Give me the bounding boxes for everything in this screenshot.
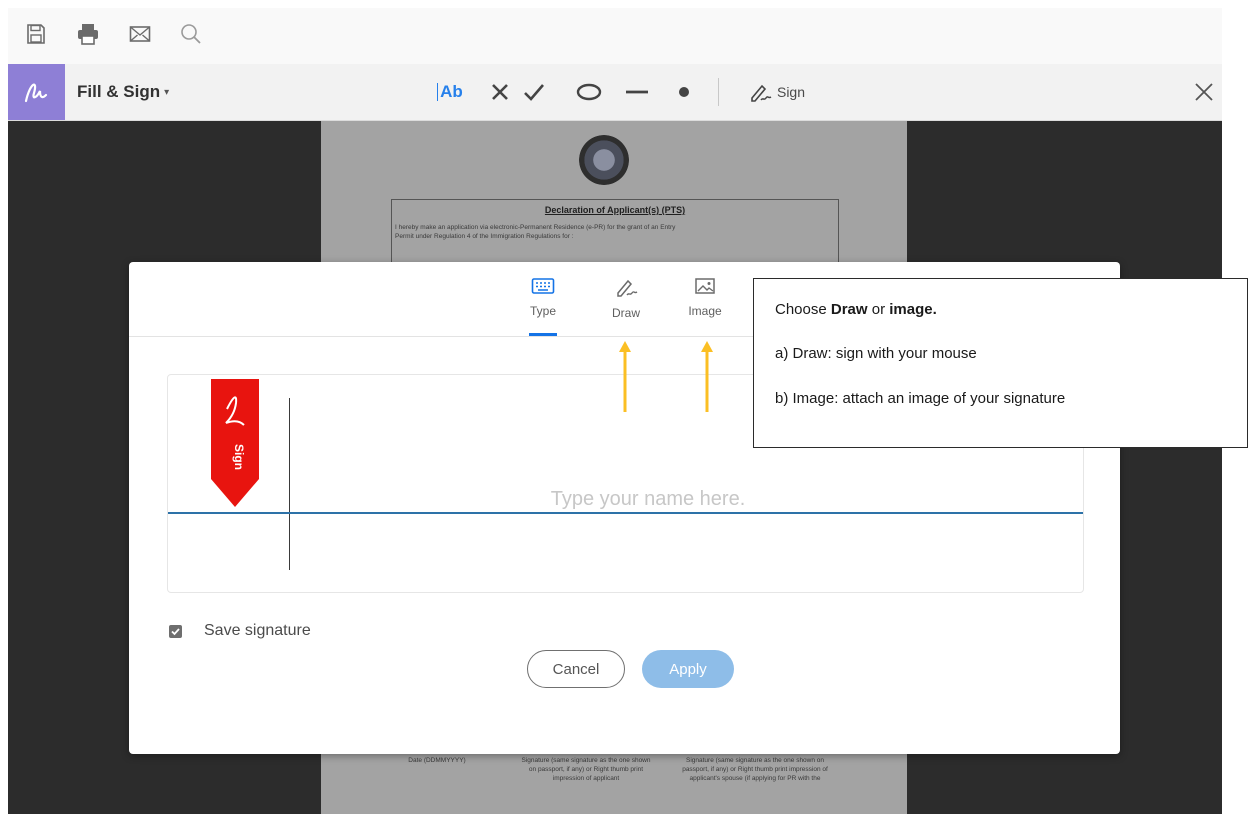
- callout-line-3: b) Image: attach an image of your signat…: [775, 390, 1066, 407]
- cross-tool-icon[interactable]: [486, 78, 514, 106]
- name-input[interactable]: [468, 485, 828, 513]
- apply-button[interactable]: Apply: [642, 650, 734, 688]
- signature-field-label: Signature (same signature as the one sho…: [681, 753, 829, 783]
- image-icon: [695, 278, 715, 294]
- save-signature-checkbox[interactable]: [169, 624, 182, 638]
- sign-label: Sign: [776, 84, 806, 100]
- signature-field-label: Signature (same signature as the one sho…: [521, 753, 651, 783]
- declaration-line: Permit under Regulation 4 of the Immigra…: [395, 233, 574, 240]
- date-field-label: Date (DDMMYYYY): [393, 753, 481, 765]
- declaration-line: I hereby make an application via electro…: [395, 224, 676, 231]
- seal-icon: [579, 135, 629, 185]
- text-cursor: [289, 398, 290, 570]
- arrow-up-icon: [701, 341, 713, 412]
- chevron-down-icon: ▾: [164, 87, 170, 98]
- declaration-heading: Declaration of Applicant(s) (PTS): [544, 205, 686, 215]
- tab-image[interactable]: Image: [675, 276, 735, 318]
- fill-sign-title: Fill & Sign: [77, 82, 161, 101]
- fill-sign-menu[interactable]: Fill & Sign ▾: [77, 82, 169, 102]
- tab-type[interactable]: Type: [513, 276, 573, 318]
- sign-here-ribbon: Sign: [211, 379, 259, 507]
- save-signature-row: Save signature: [169, 622, 311, 640]
- sign-button[interactable]: Sign: [736, 78, 816, 106]
- cancel-button[interactable]: Cancel: [527, 650, 625, 688]
- save-icon[interactable]: [24, 22, 48, 46]
- callout-line-2: a) Draw: sign with your mouse: [775, 345, 977, 362]
- pen-signature-icon: [751, 84, 772, 102]
- text-tool-icon[interactable]: Ab: [433, 78, 467, 106]
- top-toolbar: [8, 8, 1222, 64]
- ellipse-tool-icon[interactable]: [574, 78, 604, 106]
- search-icon[interactable]: [179, 22, 203, 46]
- tab-label: Image: [688, 304, 722, 318]
- fill-sign-toolbar: Fill & Sign ▾ Ab Sign: [8, 64, 1222, 121]
- instruction-callout: Choose Draw or image. a) Draw: sign with…: [753, 278, 1248, 448]
- check-tool-icon[interactable]: [520, 78, 548, 106]
- pen-signature-icon: [617, 279, 638, 297]
- print-icon[interactable]: [76, 22, 100, 46]
- close-icon[interactable]: [1190, 78, 1218, 106]
- line-tool-icon[interactable]: [623, 78, 651, 106]
- toolbar-divider: [718, 78, 719, 106]
- fill-sign-logo-icon: [8, 64, 65, 120]
- mail-icon[interactable]: [128, 22, 152, 46]
- callout-line-1: Choose Draw or image.: [775, 301, 937, 318]
- checkmark-icon: [171, 627, 180, 635]
- tab-draw[interactable]: Draw: [596, 276, 656, 320]
- signature-baseline: [168, 512, 1083, 514]
- ribbon-label: Sign: [232, 444, 246, 470]
- keyboard-icon: [531, 278, 555, 294]
- arrow-up-icon: [619, 341, 631, 412]
- tab-label: Type: [529, 304, 556, 318]
- save-signature-label: Save signature: [204, 622, 311, 639]
- tab-label: Draw: [611, 306, 640, 320]
- dot-tool-icon[interactable]: [674, 78, 694, 106]
